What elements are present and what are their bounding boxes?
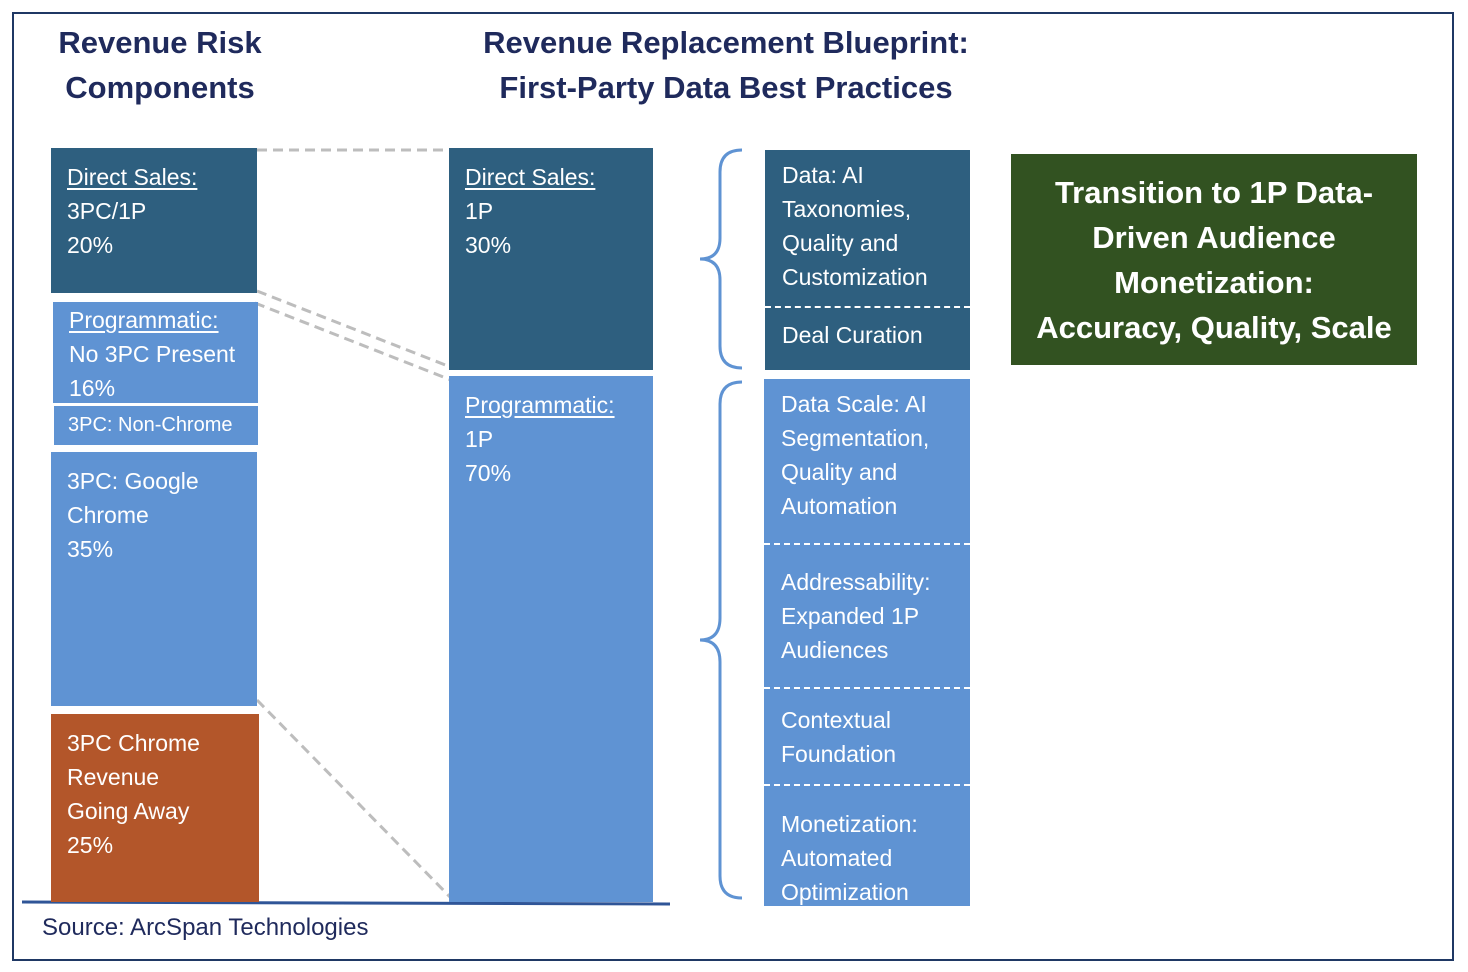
- item-line: Monetization:: [781, 811, 918, 837]
- left-going-away-box: 3PC Chrome Revenue Going Away 25%: [51, 714, 259, 902]
- box-line: Chrome: [67, 502, 149, 528]
- callout-line: Transition to 1P Data-: [1054, 174, 1374, 210]
- callout-line: Driven Audience: [1092, 219, 1336, 255]
- practice-item: Data: AI Taxonomies, Quality and Customi…: [765, 150, 970, 302]
- item-line: Optimization: [781, 879, 909, 905]
- center-programmatic-box: Programmatic: 1P 70%: [449, 376, 653, 902]
- practice-item: Monetization: Automated Optimization: [764, 799, 970, 917]
- box-line: 30%: [465, 232, 512, 258]
- item-line: Automation: [781, 493, 898, 519]
- item-line: Quality and: [781, 459, 898, 485]
- transition-callout: Transition to 1P Data- Driven Audience M…: [1011, 154, 1417, 365]
- dashed-divider: [764, 687, 970, 689]
- box-line: 1P: [465, 426, 494, 452]
- dashed-divider: [764, 543, 970, 545]
- box-line: 3PC: Non-Chrome: [68, 414, 233, 436]
- box-line: 3PC Chrome: [67, 730, 200, 756]
- item-line: Customization: [782, 264, 928, 290]
- box-line: 16%: [69, 375, 116, 401]
- box-line: Going Away: [67, 798, 190, 824]
- box-line: 3PC/1P: [67, 198, 147, 224]
- left-non-chrome-box: 3PC: Non-Chrome: [54, 406, 258, 445]
- center-direct-sales-box: Direct Sales: 1P 30%: [449, 148, 653, 370]
- box-line: Revenue: [67, 764, 160, 790]
- source-note: Source: ArcSpan Technologies: [42, 914, 369, 941]
- item-line: Quality and: [782, 230, 899, 256]
- box-line: 3PC: Google: [67, 468, 199, 494]
- practice-item: Contextual Foundation: [764, 695, 970, 779]
- right-programmatic-box: Data Scale: AI Segmentation, Quality and…: [764, 379, 970, 906]
- practice-item: Addressability: Expanded 1P Audiences: [764, 557, 970, 675]
- dashed-divider: [764, 784, 970, 786]
- callout-line: Accuracy, Quality, Scale: [1036, 309, 1392, 345]
- right-direct-box: Data: AI Taxonomies, Quality and Customi…: [765, 150, 970, 370]
- diagram: Revenue Risk Components Revenue Replacem…: [0, 0, 1468, 972]
- box-heading: Direct Sales:: [465, 164, 596, 190]
- callout-line: Monetization:: [1114, 264, 1314, 300]
- box-line: 25%: [67, 832, 114, 858]
- connector-dashed-line: [255, 698, 455, 902]
- brace-direct-icon: [699, 148, 743, 370]
- baseline: [21, 900, 671, 906]
- box-heading: Programmatic:: [465, 392, 615, 418]
- box-line: 20%: [67, 232, 114, 258]
- item-line: Data Scale: AI: [781, 391, 927, 417]
- item-line: Automated: [781, 845, 893, 871]
- item-line: Taxonomies,: [782, 196, 912, 222]
- item-line: Expanded 1P: [781, 603, 920, 629]
- box-line: No 3PC Present: [69, 341, 236, 367]
- box-line: 35%: [67, 536, 114, 562]
- left-google-chrome-box: 3PC: Google Chrome 35%: [51, 452, 257, 706]
- box-line: 70%: [465, 460, 512, 486]
- connector-dashed-line: [256, 289, 454, 370]
- brace-programmatic-icon: [699, 380, 743, 900]
- item-line: Audiences: [781, 637, 889, 663]
- practice-item: Deal Curation: [765, 310, 970, 360]
- practice-item: Data Scale: AI Segmentation, Quality and…: [764, 379, 970, 531]
- box-heading: Programmatic:: [69, 307, 219, 333]
- left-direct-sales-box: Direct Sales: 3PC/1P 20%: [51, 148, 257, 293]
- box-heading: Direct Sales:: [67, 164, 198, 190]
- left-programmatic-box: Programmatic: No 3PC Present 16%: [53, 302, 258, 403]
- item-line: Addressability:: [781, 569, 931, 595]
- item-line: Segmentation,: [781, 425, 930, 451]
- item-line: Contextual: [781, 707, 891, 733]
- item-line: Foundation: [781, 741, 897, 767]
- box-line: 1P: [465, 198, 494, 224]
- item-line: Deal Curation: [782, 322, 923, 348]
- connector-dashed-line: [254, 301, 452, 382]
- dashed-divider: [765, 306, 970, 308]
- item-line: Data: AI: [782, 162, 864, 188]
